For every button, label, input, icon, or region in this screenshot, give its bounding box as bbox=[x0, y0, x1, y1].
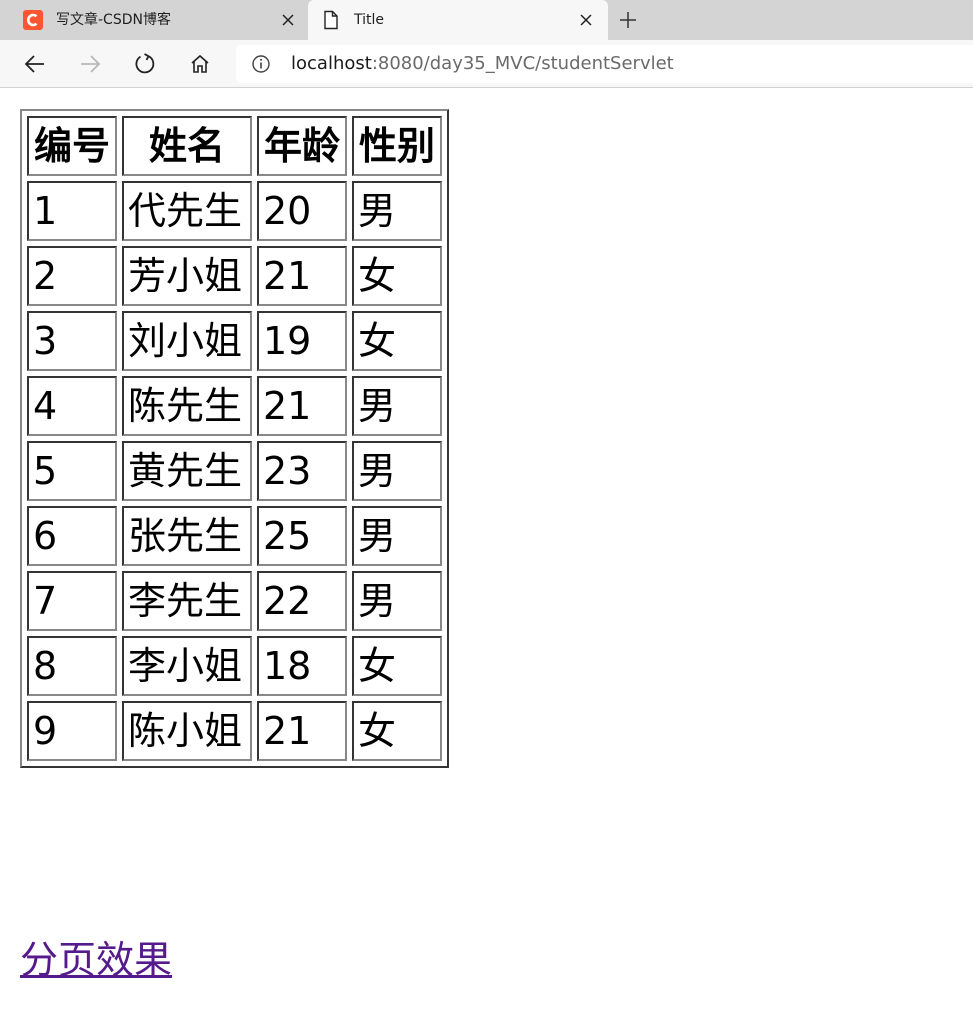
tab-title: 写文章-CSDN博客 bbox=[56, 12, 171, 28]
cell-age: 21 bbox=[257, 376, 347, 436]
cell-id: 2 bbox=[27, 246, 117, 306]
tab-title-page[interactable]: Title bbox=[308, 0, 608, 40]
pagination-link[interactable]: 分页效果 bbox=[20, 935, 172, 985]
cell-name: 李先生 bbox=[122, 571, 252, 631]
cell-name: 刘小姐 bbox=[122, 311, 252, 371]
table-row: 3 刘小姐 19 女 bbox=[27, 311, 442, 371]
cell-id: 1 bbox=[27, 181, 117, 241]
cell-age: 18 bbox=[257, 636, 347, 696]
cell-id: 6 bbox=[27, 506, 117, 566]
table-row: 8 李小姐 18 女 bbox=[27, 636, 442, 696]
column-header-gender: 性别 bbox=[352, 116, 442, 176]
cell-gender: 男 bbox=[352, 571, 442, 631]
cell-gender: 男 bbox=[352, 376, 442, 436]
cell-name: 黄先生 bbox=[122, 441, 252, 501]
table-row: 1 代先生 20 男 bbox=[27, 181, 442, 241]
table-row: 2 芳小姐 21 女 bbox=[27, 246, 442, 306]
cell-age: 20 bbox=[257, 181, 347, 241]
url-host: localhost bbox=[291, 53, 372, 74]
address-bar[interactable]: localhost:8080/day35_MVC/studentServlet bbox=[236, 45, 973, 83]
home-icon[interactable] bbox=[186, 50, 214, 78]
close-icon[interactable] bbox=[576, 10, 596, 30]
cell-gender: 女 bbox=[352, 311, 442, 371]
column-header-name: 姓名 bbox=[122, 116, 252, 176]
cell-age: 21 bbox=[257, 701, 347, 761]
cell-age: 21 bbox=[257, 246, 347, 306]
cell-name: 芳小姐 bbox=[122, 246, 252, 306]
cell-id: 4 bbox=[27, 376, 117, 436]
tab-title: Title bbox=[354, 12, 385, 28]
table-row: 7 李先生 22 男 bbox=[27, 571, 442, 631]
cell-name: 李小姐 bbox=[122, 636, 252, 696]
cell-id: 3 bbox=[27, 311, 117, 371]
cell-age: 23 bbox=[257, 441, 347, 501]
url-path: :8080/day35_MVC/studentServlet bbox=[371, 53, 674, 74]
table-row: 9 陈小姐 21 女 bbox=[27, 701, 442, 761]
tab-csdn[interactable]: 写文章-CSDN博客 bbox=[0, 0, 308, 40]
csdn-logo-icon bbox=[23, 10, 43, 30]
student-table: 编号 姓名 年龄 性别 1 代先生 20 男 2 芳小姐 21 女 3 刘小姐 bbox=[20, 109, 449, 768]
cell-gender: 女 bbox=[352, 701, 442, 761]
info-icon[interactable] bbox=[251, 54, 271, 74]
cell-id: 9 bbox=[27, 701, 117, 761]
cell-gender: 男 bbox=[352, 181, 442, 241]
table-row: 6 张先生 25 男 bbox=[27, 506, 442, 566]
cell-age: 25 bbox=[257, 506, 347, 566]
table-row: 4 陈先生 21 男 bbox=[27, 376, 442, 436]
page-content: 编号 姓名 年龄 性别 1 代先生 20 男 2 芳小姐 21 女 3 刘小姐 bbox=[0, 89, 973, 1027]
column-header-age: 年龄 bbox=[257, 116, 347, 176]
forward-arrow-icon[interactable] bbox=[76, 50, 104, 78]
cell-id: 5 bbox=[27, 441, 117, 501]
cell-name: 陈先生 bbox=[122, 376, 252, 436]
new-tab-plus-icon[interactable] bbox=[616, 8, 640, 32]
refresh-icon[interactable] bbox=[131, 50, 159, 78]
table-row: 5 黄先生 23 男 bbox=[27, 441, 442, 501]
tab-strip: 写文章-CSDN博客 Title bbox=[0, 0, 973, 40]
cell-gender: 女 bbox=[352, 636, 442, 696]
column-header-id: 编号 bbox=[27, 116, 117, 176]
cell-name: 代先生 bbox=[122, 181, 252, 241]
cell-gender: 男 bbox=[352, 441, 442, 501]
cell-name: 陈小姐 bbox=[122, 701, 252, 761]
cell-gender: 女 bbox=[352, 246, 442, 306]
document-icon bbox=[321, 10, 341, 30]
browser-toolbar: localhost:8080/day35_MVC/studentServlet bbox=[0, 40, 973, 88]
cell-id: 7 bbox=[27, 571, 117, 631]
url-text[interactable]: localhost:8080/day35_MVC/studentServlet bbox=[291, 45, 674, 83]
cell-id: 8 bbox=[27, 636, 117, 696]
cell-name: 张先生 bbox=[122, 506, 252, 566]
cell-age: 22 bbox=[257, 571, 347, 631]
close-icon[interactable] bbox=[278, 10, 298, 30]
cell-age: 19 bbox=[257, 311, 347, 371]
table-header-row: 编号 姓名 年龄 性别 bbox=[27, 116, 442, 176]
back-arrow-icon[interactable] bbox=[21, 50, 49, 78]
cell-gender: 男 bbox=[352, 506, 442, 566]
